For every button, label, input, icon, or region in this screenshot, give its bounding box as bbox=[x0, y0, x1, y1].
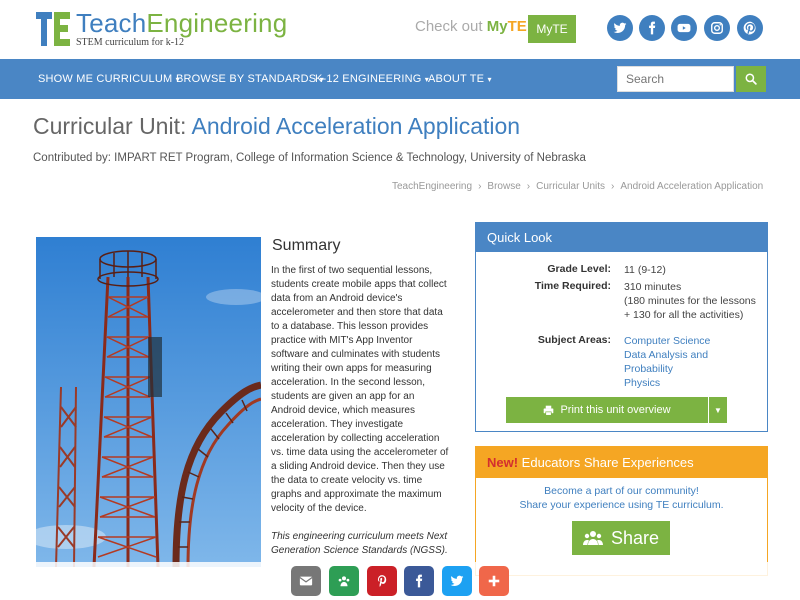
summary-text: In the first of two sequential lessons, … bbox=[271, 265, 449, 514]
time-required-line: + 130 for all the activities) bbox=[624, 309, 744, 321]
page-title: Curricular Unit: Android Acceleration Ap… bbox=[33, 113, 521, 139]
subject-computer-science[interactable]: Computer Science bbox=[624, 334, 710, 348]
share-bar bbox=[0, 562, 800, 600]
youtube-icon[interactable] bbox=[671, 15, 697, 41]
twitter-icon[interactable] bbox=[442, 566, 472, 596]
logo-wordmark: TeachEngineering bbox=[76, 8, 288, 38]
facebook-icon[interactable] bbox=[639, 15, 665, 41]
share-button[interactable]: Share bbox=[572, 521, 670, 555]
grade-level-label: Grade Level: bbox=[547, 263, 611, 275]
grade-level-value: 11 (9-12) bbox=[624, 264, 666, 276]
nav-show-me-curriculum[interactable]: SHOW ME CURRICULUM ▾ bbox=[38, 59, 180, 99]
search-input[interactable] bbox=[617, 66, 734, 92]
breadcrumb-curricular-units[interactable]: Curricular Units bbox=[536, 181, 605, 192]
subject-probability[interactable]: Probability bbox=[624, 362, 673, 376]
print-unit-button[interactable]: Print this unit overview bbox=[506, 397, 708, 423]
search-button[interactable] bbox=[736, 66, 766, 92]
nav-browse-by-standards[interactable]: BROWSE BY STANDARDS ▾ bbox=[176, 59, 324, 99]
nav-about-te[interactable]: ABOUT TE ▾ bbox=[428, 59, 492, 99]
teachengineering-logo[interactable]: TeachEngineering STEM curriculum for k-1… bbox=[36, 8, 296, 50]
community-link[interactable]: Become a part of our community! bbox=[476, 485, 767, 497]
roller-coaster-tower-image bbox=[36, 237, 261, 567]
subject-physics[interactable]: Physics bbox=[624, 376, 660, 390]
logo-tagline: STEM curriculum for k-12 bbox=[76, 37, 185, 48]
twitter-icon[interactable] bbox=[607, 15, 633, 41]
nav-k12-engineering[interactable]: K-12 ENGINEERING ▾ bbox=[315, 59, 429, 99]
facebook-icon[interactable] bbox=[404, 566, 434, 596]
share-experience-link[interactable]: Share your experience using TE curriculu… bbox=[476, 499, 767, 511]
time-required-line: 310 minutes bbox=[624, 281, 682, 293]
search-icon bbox=[745, 73, 757, 85]
instagram-icon[interactable] bbox=[704, 15, 730, 41]
educators-heading: New! Educators Share Experiences bbox=[476, 447, 767, 478]
breadcrumb-home[interactable]: TeachEngineering bbox=[392, 181, 472, 192]
checkout-myte-text: Check out MyTE bbox=[415, 18, 527, 35]
educators-share-panel: New! Educators Share Experiences Become … bbox=[475, 446, 768, 576]
plus-icon[interactable] bbox=[479, 566, 509, 596]
pinterest-icon[interactable] bbox=[737, 15, 763, 41]
subject-data-analysis[interactable]: Data Analysis and bbox=[624, 348, 708, 362]
users-icon bbox=[582, 531, 603, 545]
print-options-dropdown[interactable]: ▼ bbox=[709, 397, 727, 423]
ngss-note: This engineering curriculum meets Next G… bbox=[271, 531, 448, 556]
chevron-down-icon: ▼ bbox=[714, 405, 722, 415]
summary-heading: Summary bbox=[272, 237, 341, 254]
time-required-line: (180 minutes for the lessons bbox=[624, 295, 756, 307]
subject-areas-label: Subject Areas: bbox=[537, 334, 611, 346]
quick-look-heading: Quick Look bbox=[476, 223, 767, 252]
myte-button[interactable]: MyTE bbox=[528, 15, 576, 43]
pinterest-icon[interactable] bbox=[367, 566, 397, 596]
quick-look-panel: Quick Look Grade Level: 11 (9-12) Time R… bbox=[475, 222, 768, 432]
breadcrumb-current: Android Acceleration Application bbox=[620, 181, 764, 192]
print-icon bbox=[544, 405, 554, 416]
contributed-by: Contributed by: IMPART RET Program, Coll… bbox=[33, 152, 586, 164]
te-logo-icon bbox=[36, 12, 70, 46]
breadcrumb: TeachEngineering › Browse › Curricular Units… bbox=[392, 181, 764, 192]
time-required-label: Time Required: bbox=[534, 280, 611, 292]
email-icon[interactable] bbox=[291, 566, 321, 596]
google-classroom-icon[interactable] bbox=[329, 566, 359, 596]
breadcrumb-browse[interactable]: Browse bbox=[487, 181, 520, 192]
